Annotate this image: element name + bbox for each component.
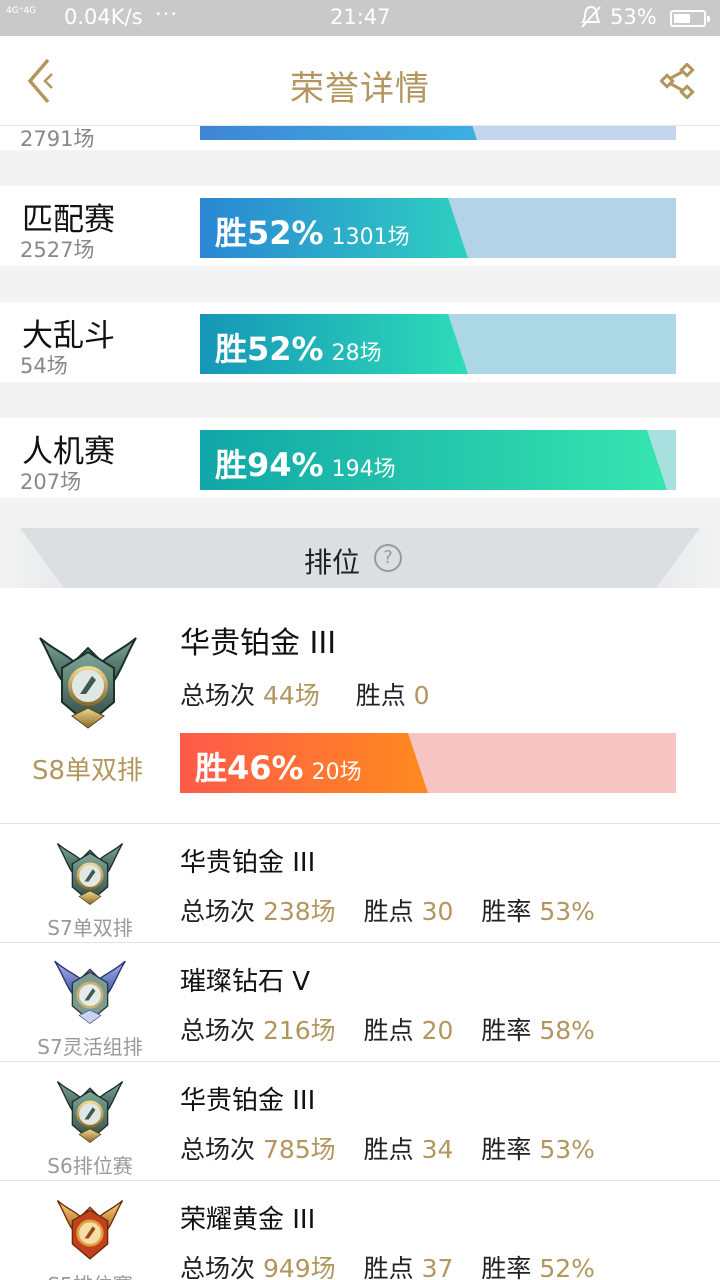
diamond-rank-badge-icon [52,955,128,1027]
current-season-label: S8单双排 [32,756,144,786]
current-stats: 总场次 44场 胜点 0 [180,676,430,712]
mode-name: 匹配赛 [22,202,115,238]
more-notifications-icon: ··· [155,2,179,26]
current-rank: 华贵铂金 III [180,626,337,661]
season-label: S7灵活组排 [37,1035,143,1059]
season-rank: 华贵铂金 III [180,1086,316,1116]
season-stats: 总场次 238场 胜点 30 胜率 53% [180,897,595,926]
help-icon[interactable]: ? [374,544,402,572]
mode-name: 人机赛 [22,434,115,470]
mute-bell-icon [580,5,602,35]
mode-count: 2527场 [20,238,95,262]
mode-count: 207场 [20,470,82,494]
battery-icon [670,10,710,27]
share-icon [659,62,695,100]
season-label: S5排位赛 [0,1269,180,1280]
app-header: 荣誉详情 [0,36,720,126]
win-rate-bar [200,126,676,140]
current-win-rate-bar: 胜46% 20场 [180,733,676,793]
platinum-rank-badge-icon [52,836,128,908]
battery-percent: 53% [610,5,657,29]
signal-icon: 4G⁺4G [6,6,37,16]
season-rank: 荣耀黄金 III [180,1205,316,1235]
win-games: 194场 [331,457,396,482]
season-stats: 总场次 785场 胜点 34 胜率 53% [180,1135,595,1164]
win-percent: 胜94% [215,446,324,484]
win-games: 20场 [311,760,362,785]
share-button[interactable] [659,62,700,103]
win-rate-bar: 胜94% 194场 [200,430,676,490]
mode-row-brawl[interactable]: 大乱斗 54场 胜52% 28场 [0,302,720,382]
page-title: 荣誉详情 [290,69,430,109]
total-games: 44场 [262,681,320,710]
win-percent: 胜46% [195,749,304,787]
season-stats: 总场次 216场 胜点 20 胜率 58% [180,1016,595,1045]
mode-count: 2791场 [20,127,95,150]
season-row[interactable]: S7单双排 华贵铂金 III 总场次 238场 胜点 30 胜率 53% [0,824,720,942]
ranked-section-header: 排位 ? [0,528,720,588]
mode-count: 54场 [20,354,68,378]
season-label: S7单双排 [47,916,133,940]
win-percent: 胜52% [215,214,324,252]
points-value: 0 [413,681,430,710]
gold-rank-badge-icon [52,1193,128,1265]
mode-row-ai[interactable]: 人机赛 207场 胜94% 194场 [0,418,720,498]
mode-name: 大乱斗 [22,318,115,354]
win-rate-bar: 胜52% 1301场 [200,198,676,258]
network-speed: 0.04K/s [64,5,143,29]
season-row[interactable]: S5排位赛 荣耀黄金 III 总场次 949场 胜点 37 胜率 52% [0,1181,720,1280]
mode-row-total: 2791场 [0,126,720,150]
season-row[interactable]: S6排位赛 华贵铂金 III 总场次 785场 胜点 34 胜率 53% [0,1062,720,1180]
win-rate-fill [200,126,477,140]
platinum-rank-badge-icon [32,628,144,732]
season-label: S6排位赛 [47,1154,133,1178]
points-label: 胜点 [355,681,406,710]
win-games: 28场 [331,341,382,366]
ranked-title: 排位 [304,546,361,579]
total-label: 总场次 [180,681,256,710]
mode-row-match[interactable]: 匹配赛 2527场 胜52% 1301场 [0,186,720,266]
platinum-rank-badge-icon [52,1074,128,1146]
status-bar: 4G⁺4G 0.04K/s ··· 21:47 53% [0,0,720,36]
season-rank: 璀璨钻石 V [180,967,311,997]
clock: 21:47 [330,5,391,29]
season-rank: 华贵铂金 III [180,848,316,878]
win-rate-bar: 胜52% 28场 [200,314,676,374]
win-games: 1301场 [331,225,410,250]
season-stats: 总场次 949场 胜点 37 胜率 52% [180,1254,595,1280]
win-percent: 胜52% [215,330,324,368]
season-row[interactable]: S7灵活组排 璀璨钻石 V 总场次 216场 胜点 20 胜率 58% [0,943,720,1061]
